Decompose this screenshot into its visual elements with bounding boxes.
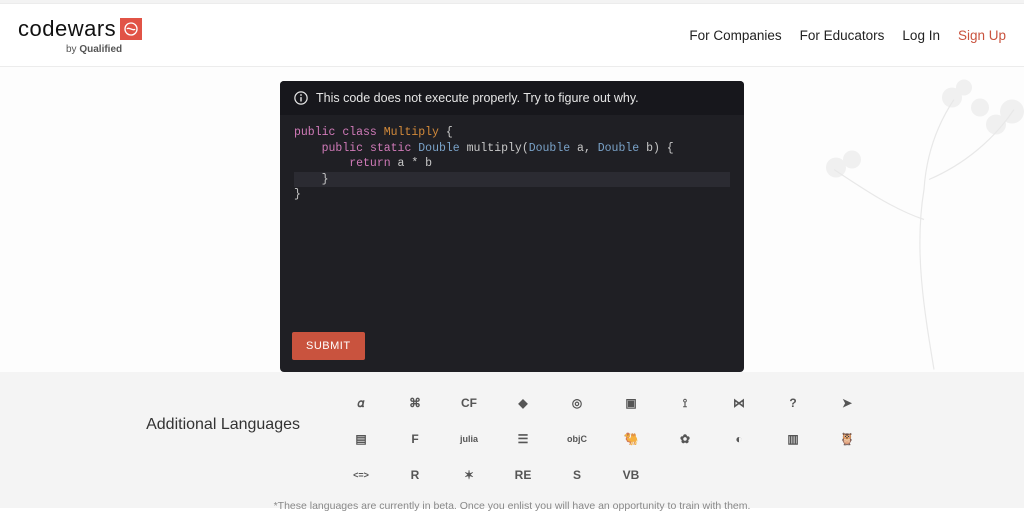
r-icon[interactable]: R	[405, 465, 425, 485]
nav-log-in[interactable]: Log In	[902, 28, 940, 43]
reason-icon[interactable]: RE	[513, 465, 533, 485]
editor-footer: SUBMIT	[280, 322, 744, 372]
racket-icon[interactable]: ✶	[459, 465, 479, 485]
code-line: }	[294, 187, 730, 203]
language-grid: 𝛼 ⌘ CF ◆ ◎ ▣ ⟟ ⋈? ➤ ▤ Fjulia ☰ objC 🐫 ✿ ◐ ▥ 🦉 <=> R ✶ RE S VB	[340, 388, 868, 490]
nav-sign-up[interactable]: Sign Up	[958, 28, 1006, 43]
brand-mark-icon	[120, 18, 142, 40]
elm-icon[interactable]: ⟟	[675, 393, 695, 413]
purescript-icon[interactable]: <=>	[351, 465, 371, 485]
crystal-icon[interactable]: ◆	[513, 393, 533, 413]
editor-instruction-bar: This code does not execute properly. Try…	[280, 81, 744, 115]
bf-icon[interactable]: ⌘	[405, 393, 425, 413]
hero-section: This code does not execute properly. Try…	[0, 67, 1024, 372]
vb-icon[interactable]: VB	[621, 465, 641, 485]
code-editor[interactable]: public class Multiply { public static Do…	[280, 115, 744, 322]
prolog-icon[interactable]: 🦉	[837, 429, 857, 449]
erlang-icon[interactable]: ⋈	[729, 393, 749, 413]
factor-icon[interactable]: ?	[783, 393, 803, 413]
background-tree-illustration	[764, 67, 1024, 372]
fsharp-icon[interactable]: F	[405, 429, 425, 449]
code-line-highlighted: }	[294, 172, 730, 188]
code-line: public class Multiply {	[294, 125, 730, 141]
nav-for-educators[interactable]: For Educators	[800, 28, 885, 43]
cobol-icon[interactable]: ◎	[567, 393, 587, 413]
cf-icon[interactable]: CF	[459, 393, 479, 413]
brand-subline: by Qualified	[66, 44, 122, 55]
languages-beta-note: *These languages are currently in beta. …	[40, 500, 984, 512]
primary-nav: For Companies For Educators Log In Sign …	[689, 28, 1006, 43]
pascal-icon[interactable]: ✿	[675, 429, 695, 449]
fortran-icon[interactable]: ▤	[351, 429, 371, 449]
powershell-icon[interactable]: ▥	[783, 429, 803, 449]
groovy-icon[interactable]: ☰	[513, 429, 533, 449]
brand-logo[interactable]: codewars by Qualified	[18, 16, 142, 55]
code-line: public static Double multiply(Double a, …	[294, 141, 730, 157]
brand-name: codewars	[18, 16, 116, 42]
code-editor-panel: This code does not execute properly. Try…	[280, 81, 744, 372]
perl-icon[interactable]: ◐	[729, 429, 749, 449]
additional-languages-section: Additional Languages 𝛼 ⌘ CF ◆ ◎ ▣ ⟟ ⋈? ➤ ▤ Fjulia ☰…	[0, 372, 1024, 508]
site-header: codewars by Qualified For Companies For …	[0, 4, 1024, 67]
submit-button[interactable]: SUBMIT	[292, 332, 365, 360]
objc-icon[interactable]: objC	[567, 429, 587, 449]
code-line: return a * b	[294, 156, 730, 172]
nav-for-companies[interactable]: For Companies	[689, 28, 781, 43]
forth-icon[interactable]: ➤	[837, 393, 857, 413]
additional-languages-title: Additional Languages	[40, 416, 300, 434]
elixir-icon[interactable]: ▣	[621, 393, 641, 413]
editor-instruction-text: This code does not execute properly. Try…	[316, 91, 639, 105]
ocaml-icon[interactable]: 🐫	[621, 429, 641, 449]
solidity-icon[interactable]: S	[567, 465, 587, 485]
agda-icon[interactable]: 𝛼	[351, 393, 371, 413]
julia-icon[interactable]: julia	[459, 429, 479, 449]
info-icon	[294, 91, 308, 105]
